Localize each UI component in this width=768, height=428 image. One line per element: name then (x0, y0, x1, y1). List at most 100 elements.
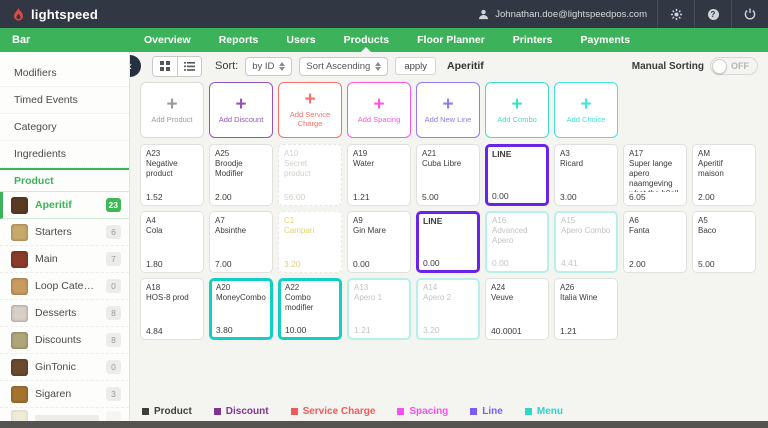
product-name: Veuve (491, 293, 543, 303)
category-count-badge (106, 411, 121, 421)
sidebar-category-list: Aperitif 23 Starters 6 Main 7 Loop Categ… (0, 192, 129, 408)
sidebar-collapse-button[interactable]: ‹ (130, 55, 141, 77)
topbar-actions: Johnathan.doe@lightspeedpos.com ? (478, 0, 758, 28)
sort-order-value: Sort Ascending (306, 61, 370, 72)
product-card[interactable]: A13 Apero 1 1.21 (347, 278, 411, 340)
add-card-button[interactable]: + Add Service Charge (278, 82, 342, 138)
sidebar-category-item[interactable]: Discounts 8 (0, 327, 129, 354)
sidebar-category-item[interactable]: Main 7 (0, 246, 129, 273)
product-price: 1.21 (354, 325, 404, 335)
sidebar-menu-item[interactable]: Timed Events (0, 87, 129, 114)
logo-text: lightspeed (31, 7, 98, 22)
add-card-button[interactable]: + Add Combo (485, 82, 549, 138)
nav-tab[interactable]: Payments (566, 28, 644, 52)
product-name: Aperitif maison (698, 159, 750, 179)
sidebar-category-item[interactable]: Sigaren 3 (0, 381, 129, 408)
help-button[interactable]: ? (705, 6, 721, 22)
nav-tab[interactable]: Users (272, 28, 329, 52)
product-card[interactable]: A17 Super lange apero naamgeving what th… (623, 144, 687, 206)
product-id: A26 (560, 283, 612, 293)
add-card-button[interactable]: + Add New Line (416, 82, 480, 138)
nav-tab[interactable]: Printers (499, 28, 567, 52)
product-card[interactable]: A16 Advanced Apero 0.00 (485, 211, 549, 273)
content-area: ‹ Sort: by ID (130, 52, 768, 421)
logout-power-button[interactable] (742, 6, 758, 22)
category-icon (11, 305, 28, 322)
category-label: Sigaren (35, 388, 99, 400)
product-card[interactable]: LINE 0.00 (416, 211, 480, 273)
product-name: Apero 2 (423, 293, 473, 303)
manual-sorting-toggle[interactable]: OFF (710, 57, 758, 75)
add-card-label: Add Spacing (356, 115, 403, 124)
list-view-button[interactable] (177, 57, 201, 76)
category-label: GinTonic (35, 361, 99, 373)
nav-tab-label: Reports (219, 34, 259, 46)
product-card[interactable]: A26 Italia Wine 1.21 (554, 278, 618, 340)
product-card[interactable]: A3 Ricard 3.00 (554, 144, 618, 206)
sidebar-menu-item[interactable]: Modifiers (0, 60, 129, 87)
product-card[interactable]: A9 Gin Mare 0.00 (347, 211, 411, 273)
category-icon (11, 251, 28, 268)
category-icon (11, 410, 28, 422)
product-card[interactable]: A4 Cola 1.80 (140, 211, 204, 273)
product-card[interactable]: A22 Combo modifier 10.00 (278, 278, 342, 340)
product-card[interactable]: A10 Secret product 56.00 (278, 144, 342, 206)
sidebar-category-item[interactable]: Desserts 8 (0, 300, 129, 327)
nav-tab[interactable]: Overview (130, 28, 205, 52)
product-card[interactable]: A14 Apero 2 3.20 (416, 278, 480, 340)
plus-icon: + (235, 97, 246, 113)
sidebar-section-label: Product (14, 175, 54, 187)
legend-item: Spacing (397, 406, 448, 417)
product-name: Campari (284, 226, 336, 236)
add-card-button[interactable]: + Add Spacing (347, 82, 411, 138)
separator (731, 0, 732, 28)
legend-item: Line (470, 406, 503, 417)
plus-icon: + (373, 97, 384, 113)
nav-tab[interactable]: Floor Planner (403, 28, 499, 52)
grid-view-button[interactable] (153, 57, 177, 76)
add-card-button[interactable]: + Add Product (140, 82, 204, 138)
product-card[interactable]: A23 Negative product 1.52 (140, 144, 204, 206)
legend-color-square (142, 408, 149, 415)
sidebar-category-item[interactable]: Starters 6 (0, 219, 129, 246)
product-card[interactable]: LINE 0.00 (485, 144, 549, 206)
add-card-label: Add Service Charge (279, 110, 341, 128)
legend-item: Product (142, 406, 192, 417)
legend-label: Product (154, 406, 192, 417)
product-card[interactable]: AM Aperitif maison 2.00 (692, 144, 756, 206)
sidebar-category-item[interactable]: Loop Category 0 (0, 273, 129, 300)
product-card[interactable]: A19 Water 1.21 (347, 144, 411, 206)
product-card[interactable]: C1 Campari 3.20 (278, 211, 342, 273)
user-account-button[interactable]: Johnathan.doe@lightspeedpos.com (478, 9, 647, 20)
sidebar-menu-label: Category (14, 121, 57, 133)
sidebar-category-item[interactable]: GinTonic 0 (0, 354, 129, 381)
product-card[interactable]: A6 Fanta 2.00 (623, 211, 687, 273)
nav-tab[interactable]: Reports (205, 28, 273, 52)
add-card-label: Add Discount (217, 115, 266, 124)
sort-order-select[interactable]: Sort Ascending (299, 57, 388, 76)
product-card[interactable]: A5 Baco 5.00 (692, 211, 756, 273)
product-card[interactable]: A25 Broodje Modifier 2.00 (209, 144, 273, 206)
sidebar-category-item[interactable]: Aperitif 23 (0, 192, 129, 219)
settings-gear-button[interactable] (668, 6, 684, 22)
add-buttons-row: + Add Product + Add Discount + Add Servi… (140, 82, 760, 138)
nav-tab[interactable]: Products (330, 28, 404, 52)
apply-button[interactable]: apply (395, 57, 436, 75)
product-card[interactable]: A24 Veuve 40.0001 (485, 278, 549, 340)
product-card[interactable]: A7 Absinthe 7.00 (209, 211, 273, 273)
product-card[interactable]: A21 Cuba Libre 5.00 (416, 144, 480, 206)
category-count-badge: 23 (106, 198, 121, 212)
add-card-button[interactable]: + Add Discount (209, 82, 273, 138)
add-card-button[interactable]: + Add Choice (554, 82, 618, 138)
sidebar-menu-item[interactable]: Category (0, 114, 129, 141)
category-count-badge: 3 (106, 387, 121, 401)
product-grid: A23 Negative product 1.52 A25 Broodje Mo… (140, 144, 760, 340)
sort-by-select[interactable]: by ID (245, 57, 292, 76)
product-card[interactable]: A15 Apero Combo 4.41 (554, 211, 618, 273)
sidebar-section-product[interactable]: Product (0, 168, 129, 192)
sidebar-menu-item[interactable]: Ingredients (0, 141, 129, 168)
product-card[interactable]: A20 MoneyCombo 3.80 (209, 278, 273, 340)
category-label: Desserts (35, 307, 99, 319)
product-card[interactable]: A18 HOS-8 prod 4.84 (140, 278, 204, 340)
product-id: A17 (629, 149, 681, 159)
